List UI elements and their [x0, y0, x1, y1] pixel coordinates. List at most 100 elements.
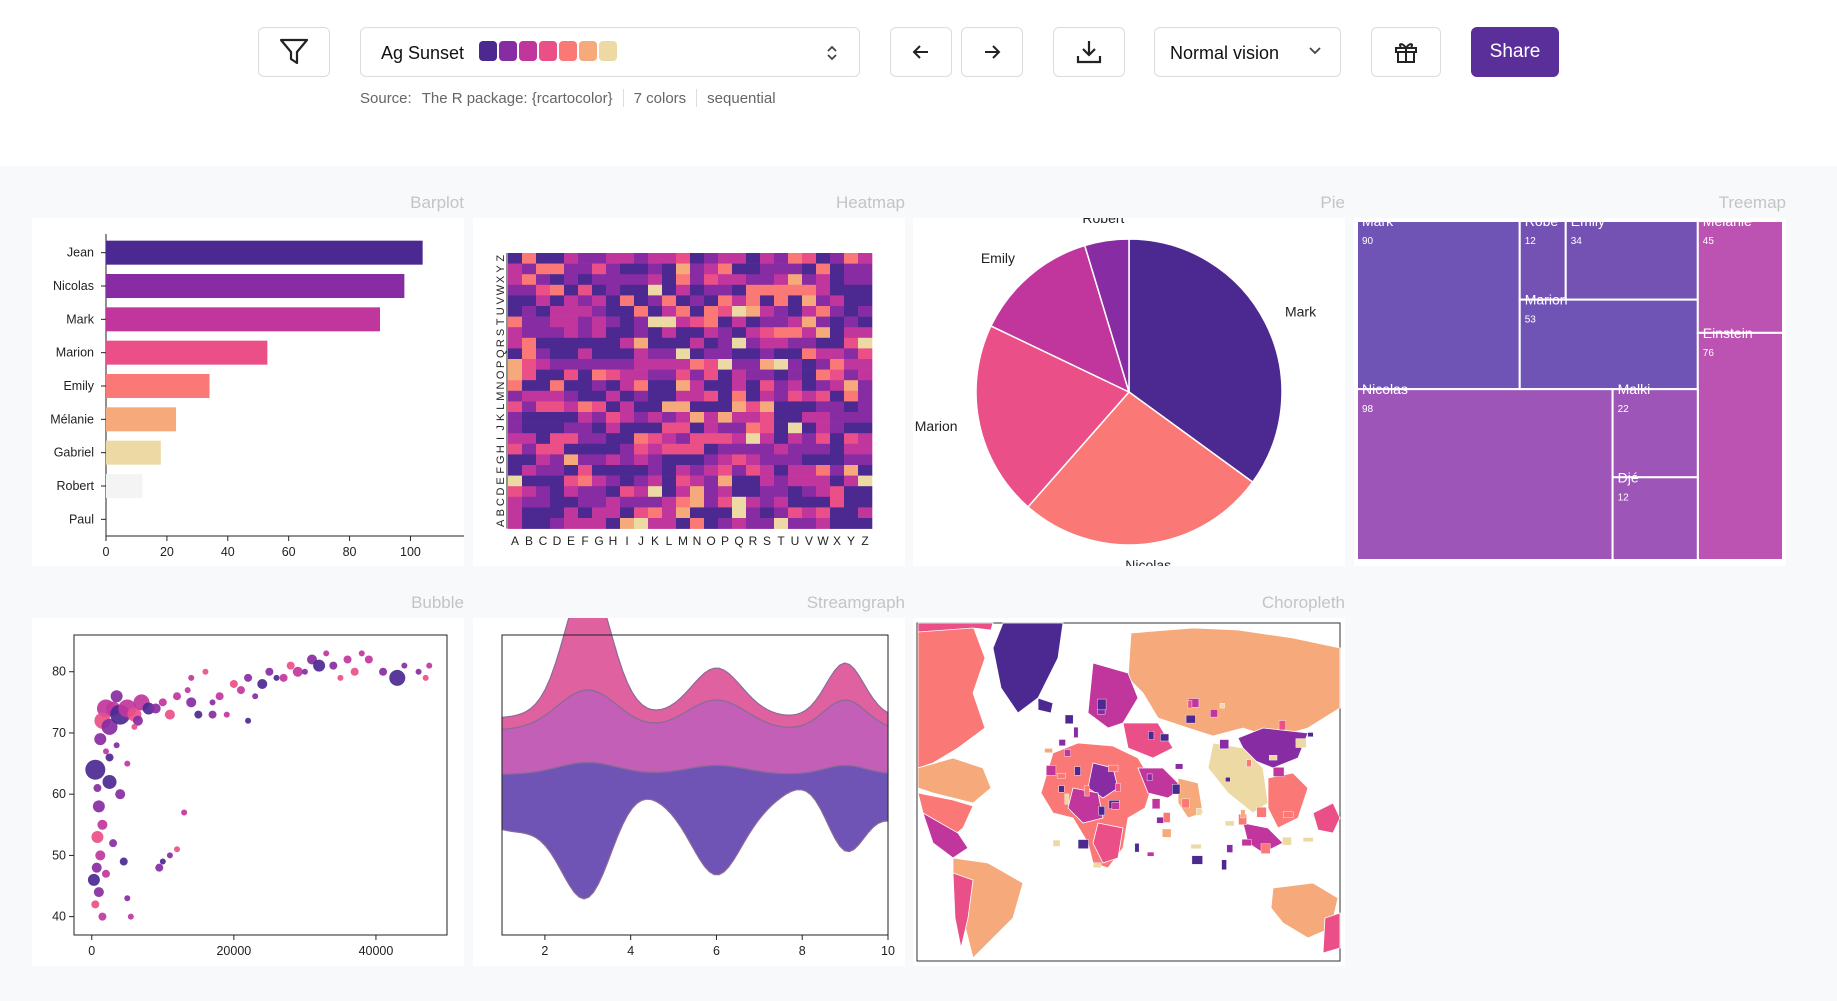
heatmap-cell: [844, 507, 859, 519]
heatmap-cell: [592, 274, 607, 286]
vision-select[interactable]: Normal vision: [1154, 27, 1341, 77]
heatmap-cell: [690, 496, 705, 508]
heatmap-cell: [606, 507, 621, 519]
map-region: [1269, 754, 1278, 761]
heatmap-cell: [522, 316, 537, 328]
heatmap-cell: [760, 327, 775, 339]
heatmap-cell: [760, 465, 775, 476]
heatmap-cell: [676, 295, 691, 307]
heatmap-cell: [522, 465, 537, 476]
heatmap-cell: [648, 507, 663, 519]
next-palette-button[interactable]: [961, 27, 1023, 77]
bubble: [215, 692, 224, 701]
heatmap-cell: [830, 454, 845, 466]
heatmap-cell: [620, 475, 635, 487]
bubble: [102, 748, 109, 755]
y-tick-label: N: [495, 381, 507, 389]
bubble: [97, 819, 108, 830]
heatmap-cell: [606, 443, 621, 455]
heatmap-cell: [788, 263, 803, 275]
filter-button[interactable]: [258, 27, 330, 77]
heatmap-cell: [648, 369, 663, 381]
heatmap-cell: [606, 433, 621, 445]
x-tick-label: E: [567, 534, 575, 548]
bubble: [91, 900, 100, 909]
y-tick-label: U: [495, 307, 507, 315]
heatmap-cell: [522, 337, 537, 349]
heatmap-cell: [536, 369, 551, 381]
heatmap-cell: [830, 284, 845, 296]
heatmap-cell: [578, 496, 593, 508]
bubble: [119, 857, 128, 866]
x-tick-label: B: [525, 534, 533, 548]
share-button[interactable]: Share: [1471, 27, 1559, 77]
y-tick-label: K: [495, 413, 507, 421]
heatmap-cell: [508, 475, 523, 487]
map-region: [1219, 703, 1225, 709]
x-tick-label: Y: [847, 534, 855, 548]
heatmap-cell: [648, 284, 663, 296]
heatmap-cell: [550, 518, 565, 529]
heatmap-cell: [592, 486, 607, 498]
heatmap-cell: [858, 348, 873, 360]
heatmap-cell: [858, 306, 873, 317]
heatmap-cell: [760, 253, 775, 264]
gift-button[interactable]: [1371, 27, 1441, 77]
heatmap-cell: [564, 465, 579, 476]
heatmap-cell: [732, 486, 747, 498]
heatmap-cell: [746, 412, 761, 423]
bubble: [166, 852, 173, 859]
heatmap-cell: [690, 306, 705, 317]
heatmap-cell: [858, 327, 873, 339]
treemap-node-label: Malki: [1618, 381, 1651, 397]
x-tick-label: X: [833, 534, 841, 548]
download-button[interactable]: [1053, 27, 1125, 77]
heatmap-cell: [564, 486, 579, 498]
y-tick-label: Jean: [67, 246, 94, 260]
bubble: [105, 753, 114, 762]
heatmap-cell: [634, 390, 649, 402]
map-region: [1148, 731, 1155, 740]
palette-select[interactable]: Ag Sunset: [360, 27, 860, 77]
treemap-node: [1696, 331, 1784, 562]
heatmap-cell: [634, 359, 649, 370]
slice-label: Nicolas: [1125, 557, 1171, 566]
heatmap-cell: [858, 412, 873, 423]
heatmap-cell: [536, 422, 551, 434]
heatmap-cell: [606, 412, 621, 423]
filter-icon: [279, 38, 309, 65]
heatmap-cell: [816, 454, 831, 466]
previous-palette-button[interactable]: [890, 27, 952, 77]
x-tick-label: D: [553, 534, 562, 548]
heatmap-cell: [858, 359, 873, 370]
map-region: [1225, 820, 1235, 827]
bubble-card: 0 20000 40000 40 50 60 70 80: [32, 618, 464, 966]
heatmap-cell: [746, 337, 761, 349]
heatmap-cell: [858, 337, 873, 349]
source-label: Source:: [360, 89, 412, 107]
heatmap-cell: [788, 507, 803, 519]
heatmap-cell: [760, 306, 775, 317]
heatmap-cell: [662, 390, 677, 402]
heatmap-cell: [648, 263, 663, 275]
bubble: [101, 869, 110, 878]
heatmap-cell: [704, 390, 719, 402]
heatmap-cell: [536, 306, 551, 317]
heatmap-cell: [508, 359, 523, 370]
heatmap-cell: [760, 390, 775, 402]
barplot-chart: Jean Nicolas Mark Marion Emily Mélanie Gabriel…: [50, 234, 479, 559]
bubble: [208, 710, 217, 719]
map-region: [1256, 807, 1267, 818]
bubble: [286, 661, 295, 670]
bubble: [110, 690, 123, 703]
bubble: [229, 679, 238, 688]
heatmap-cell: [564, 507, 579, 519]
palette-swatch: [499, 41, 517, 61]
y-tick-label: 80: [52, 665, 66, 679]
heatmap-cell: [620, 454, 635, 466]
heatmap-cell: [732, 263, 747, 275]
heatmap-cell: [858, 316, 873, 328]
heatmap-cell: [844, 401, 859, 413]
heatmap-cell: [858, 295, 873, 307]
heatmap-cell: [662, 316, 677, 328]
